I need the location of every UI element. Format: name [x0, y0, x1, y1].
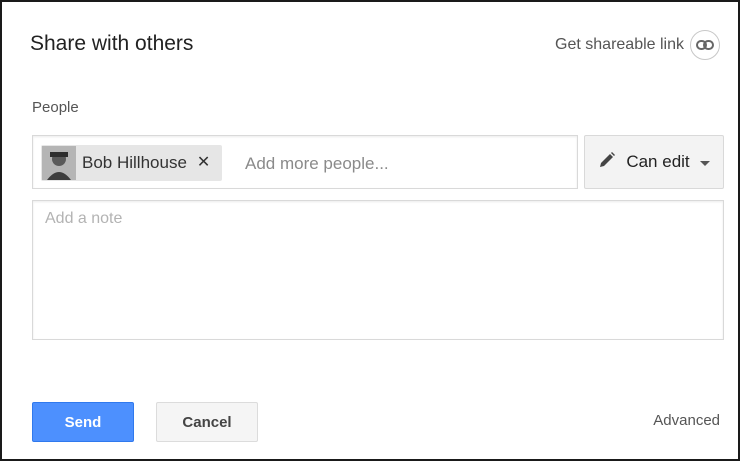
cancel-button[interactable]: Cancel — [156, 402, 258, 442]
pencil-icon — [598, 151, 616, 174]
get-shareable-link[interactable]: Get shareable link — [555, 30, 720, 60]
permission-label: Can edit — [626, 152, 690, 171]
note-field[interactable] — [32, 200, 724, 340]
person-chip[interactable]: Bob Hillhouse ✕ — [41, 145, 223, 181]
share-dialog: Share with others Get shareable link Peo… — [0, 0, 740, 461]
link-icon[interactable] — [690, 30, 720, 60]
avatar — [42, 146, 76, 180]
advanced-link[interactable]: Advanced — [653, 412, 720, 429]
close-icon[interactable]: ✕ — [197, 155, 210, 171]
send-button[interactable]: Send — [32, 402, 134, 442]
chip-name: Bob Hillhouse — [82, 153, 187, 172]
add-people-input[interactable] — [243, 145, 567, 183]
share-link-label: Get shareable link — [555, 36, 684, 53]
dialog-title: Share with others — [30, 32, 194, 55]
permission-dropdown[interactable]: Can edit — [584, 135, 724, 189]
chevron-down-icon — [699, 161, 710, 166]
people-label: People — [32, 99, 79, 116]
people-field[interactable]: Bob Hillhouse ✕ — [32, 135, 578, 189]
